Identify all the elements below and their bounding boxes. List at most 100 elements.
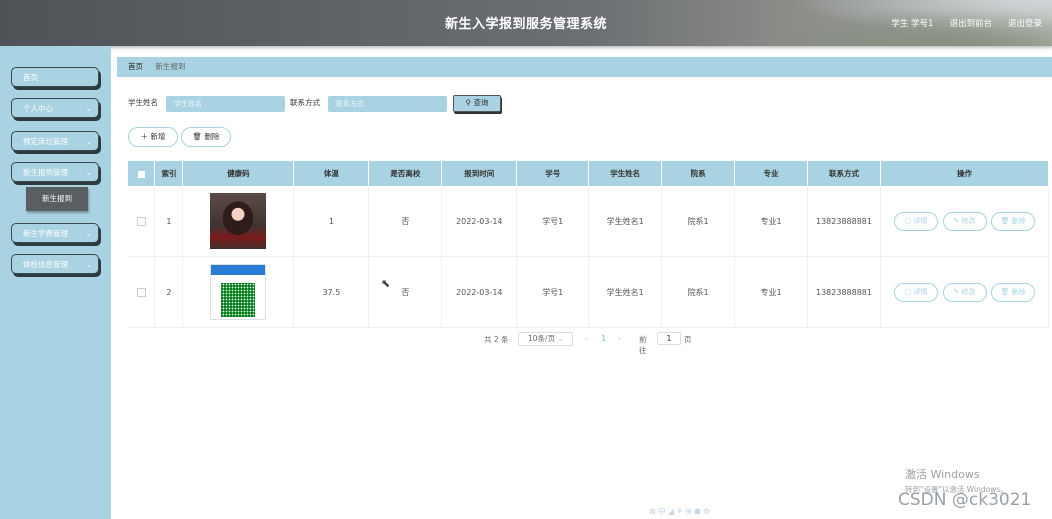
edit-icon: ✎: [953, 216, 960, 225]
breadcrumb: 首页 新生报到: [117, 57, 1052, 77]
sidebar-item-student-report[interactable]: 新生报到管理 ⌄: [11, 162, 99, 182]
edit-button[interactable]: ✎ 修改: [942, 211, 987, 231]
table-row: 2 37.5 否 2022-03-14 学号1 学生姓名1 院系1 专业1 13…: [128, 256, 1049, 328]
detail-label: 详情: [913, 216, 928, 225]
row-index: 2: [154, 256, 184, 328]
sidebar-item-home[interactable]: 首页: [11, 67, 99, 87]
department-cell: 院系1: [661, 186, 736, 257]
temperature-cell: 1: [293, 186, 370, 257]
search-button-label: 查询: [473, 98, 489, 107]
sidebar-item-label: 首页: [23, 73, 38, 82]
sidebar: 首页 个人中心 ⌄ 预定床位管理 ⌄ 新生报到管理 ⌄ 新生报到 新生学费管理 …: [0, 46, 111, 519]
csdn-watermark: CSDN @ck3021: [898, 490, 1032, 510]
current-page-number[interactable]: 1: [601, 334, 606, 343]
ime-toolbar-icons: ⊠中◢⚘⊞☗⚙: [649, 507, 713, 516]
sidebar-item-label: 个人中心: [23, 104, 53, 113]
document-icon: ▢: [904, 287, 912, 296]
report-time-cell: 2022-03-14: [441, 256, 518, 328]
chevron-down-icon: ⌄: [86, 261, 92, 269]
detail-button[interactable]: ▢ 详情: [893, 211, 938, 231]
sidebar-item-label: 体检信息管理: [23, 260, 68, 269]
header-links: 学生 学号1 退出到前台 退出登录: [891, 17, 1042, 29]
left-school-cell: 否: [368, 256, 443, 328]
chevron-down-icon: ⌄: [86, 138, 92, 146]
column-header: 院系: [661, 161, 736, 186]
health-code-qr-image: [210, 264, 267, 320]
top-header: 新生入学报到服务管理系统 学生 学号1 退出到前台 退出登录: [0, 0, 1052, 46]
temperature-cell: 37.5: [293, 256, 370, 328]
phone-search-label: 联系方式: [290, 98, 320, 107]
edit-label: 修改: [961, 287, 976, 296]
logout-link[interactable]: 退出登录: [1008, 17, 1042, 29]
chevron-down-icon: ⌄: [86, 105, 92, 113]
department-cell: 院系1: [661, 256, 736, 328]
sidebar-item-personal-center[interactable]: 个人中心 ⌄: [11, 98, 99, 118]
column-header: 索引: [154, 161, 184, 186]
student-name-cell: 学生姓名1: [588, 186, 663, 257]
student-name-cell: 学生姓名1: [588, 256, 663, 328]
column-header: 是否离校: [368, 161, 443, 186]
sidebar-item-label: 预定床位管理: [23, 137, 68, 146]
student-id-cell: 学号1: [516, 256, 590, 328]
health-code-cell: [182, 256, 295, 328]
sidebar-item-physical-exam[interactable]: 体检信息管理 ⌄: [11, 254, 99, 274]
chevron-down-icon: ⌄: [86, 230, 92, 238]
plus-icon: ＋: [140, 132, 149, 141]
prev-page-icon[interactable]: ‹: [585, 334, 588, 343]
row-checkbox[interactable]: [128, 256, 156, 328]
row-checkbox[interactable]: [128, 186, 156, 257]
sidebar-item-label: 新生学费管理: [23, 229, 68, 238]
goto-page-input[interactable]: 1: [657, 332, 681, 345]
to-frontend-link[interactable]: 退出到前台: [949, 17, 992, 29]
breadcrumb-current: 新生报到: [155, 62, 186, 71]
table-header-row: 索引 健康码 体温 是否离校 报到时间 学号 学生姓名 院系 专业 联系方式 操…: [128, 161, 1049, 186]
detail-label: 详情: [913, 287, 928, 296]
goto-label: 前往: [639, 335, 647, 355]
delete-label: 删除: [1011, 216, 1026, 225]
sidebar-item-bed-booking[interactable]: 预定床位管理 ⌄: [11, 131, 99, 151]
select-all-checkbox[interactable]: [128, 161, 156, 186]
column-header: 健康码: [182, 161, 295, 186]
row-index: 1: [154, 186, 184, 257]
add-button-label: 新增: [150, 132, 166, 141]
detail-button[interactable]: ▢ 详情: [893, 282, 938, 302]
pagination: 共 2 条 10条/页 ⌄ ‹ 1 › 前往 1 页: [484, 332, 692, 355]
table-row: 1 1 否 2022-03-14 学号1 学生姓名1 院系1 专业1 13823…: [128, 186, 1049, 257]
page-suffix: 页: [684, 335, 692, 344]
column-header: 专业: [734, 161, 809, 186]
breadcrumb-home[interactable]: 首页: [128, 62, 143, 71]
add-button[interactable]: ＋ 新增: [128, 127, 178, 147]
sidebar-item-tuition[interactable]: 新生学费管理 ⌄: [11, 223, 99, 243]
page-size-value: 10条/页: [528, 334, 556, 343]
trash-icon: 🗑: [1000, 216, 1010, 225]
left-school-cell: 否: [368, 186, 443, 257]
major-cell: 专业1: [734, 186, 809, 257]
sidebar-item-label: 新生报到管理: [23, 168, 68, 177]
major-cell: 专业1: [734, 256, 809, 328]
student-id-cell: 学号1: [516, 186, 590, 257]
operations-cell: ▢ 详情 ✎ 修改 🗑 删除: [880, 186, 1049, 257]
delete-button[interactable]: 🗑 删除: [181, 127, 231, 147]
phone-search-input[interactable]: [328, 96, 447, 112]
phone-cell: 13823888881: [807, 186, 881, 257]
edit-icon: ✎: [953, 287, 960, 296]
name-search-input[interactable]: [166, 96, 285, 112]
page-size-select[interactable]: 10条/页 ⌄: [518, 332, 573, 346]
column-header: 学生姓名: [588, 161, 663, 186]
report-time-cell: 2022-03-14: [441, 186, 518, 257]
health-code-cell: [182, 186, 295, 257]
name-search-label: 学生姓名: [128, 98, 158, 107]
row-delete-button[interactable]: 🗑 删除: [991, 282, 1036, 302]
row-delete-button[interactable]: 🗑 删除: [991, 211, 1036, 231]
chevron-down-icon: ⌄: [86, 169, 92, 177]
report-table: 索引 健康码 体温 是否离校 报到时间 学号 学生姓名 院系 专业 联系方式 操…: [128, 161, 1049, 328]
search-button[interactable]: ⚲ 查询: [453, 95, 501, 112]
search-icon: ⚲: [465, 98, 472, 107]
trash-icon: 🗑: [192, 132, 203, 141]
chevron-down-icon: ⌄: [557, 334, 564, 343]
submenu-item-student-report[interactable]: 新生报到: [26, 187, 88, 211]
next-page-icon[interactable]: ›: [618, 334, 621, 343]
edit-button[interactable]: ✎ 修改: [942, 282, 987, 302]
column-header: 联系方式: [807, 161, 881, 186]
phone-cell: 13823888881: [807, 256, 881, 328]
